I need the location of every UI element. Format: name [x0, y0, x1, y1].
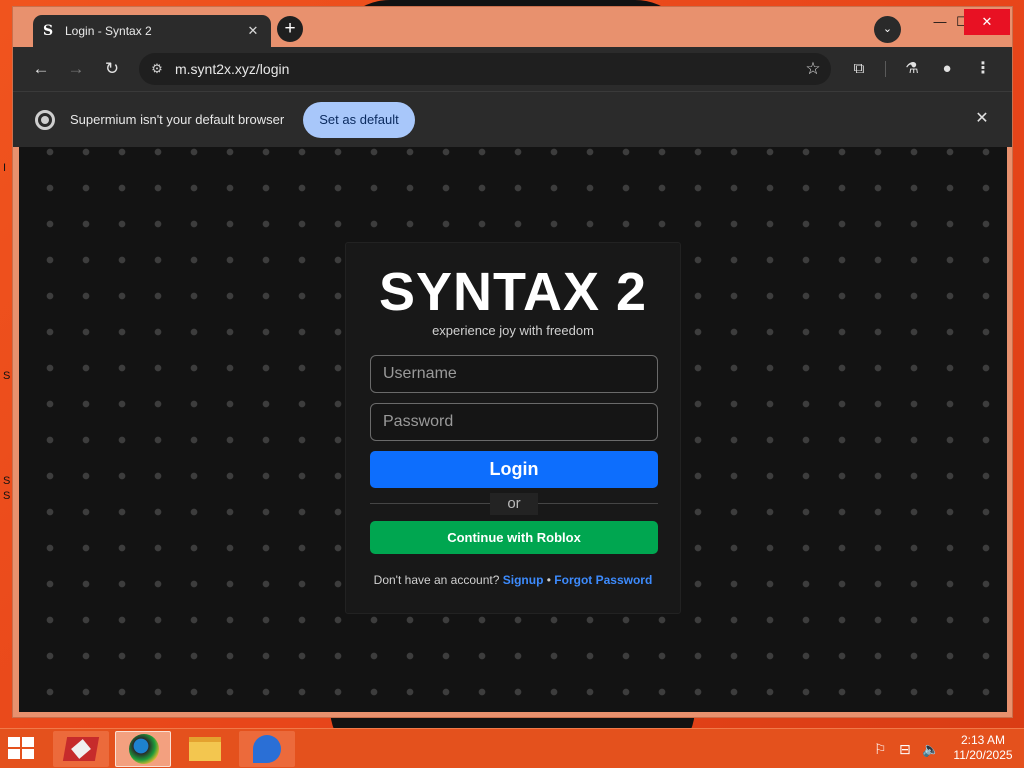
toolbar-separator: [885, 61, 886, 77]
tab-search-button[interactable]: ⌄: [874, 16, 901, 43]
desktop-fragment: I: [3, 162, 7, 174]
default-browser-infobar: Supermium isn't your default browser Set…: [13, 91, 1012, 147]
page-content: SYNTAX 2 experience joy with freedom Log…: [19, 147, 1007, 712]
taskbar-app-browser[interactable]: [115, 731, 171, 767]
signup-prompt: Don't have an account?: [373, 573, 500, 587]
desktop-fragment: S: [3, 490, 11, 502]
new-tab-button[interactable]: +: [277, 16, 303, 42]
tab-strip: S Login - Syntax 2 ✕ + ⌄ — ☐ ✕: [13, 7, 1012, 47]
tab-close-icon[interactable]: ✕: [245, 23, 261, 39]
footer-separator: •: [546, 573, 551, 587]
file-explorer-icon: [189, 737, 221, 761]
action-center-flag-icon[interactable]: ⚐: [874, 741, 887, 758]
login-button[interactable]: Login: [370, 451, 658, 488]
taskbar: ⚐ ⊟ 🔈 2:13 AM 11/20/2025: [0, 728, 1024, 768]
bookmark-star-icon[interactable]: ☆: [795, 59, 831, 79]
windows-logo-icon: [8, 737, 20, 747]
labs-flask-icon[interactable]: ⚗: [900, 57, 924, 81]
app-blue-swirl-icon: [253, 735, 281, 763]
clock-date: 11/20/2025: [953, 748, 1013, 762]
windows-logo-icon: [22, 737, 34, 747]
chromium-logo-icon: [35, 110, 55, 130]
desktop-fragment: S: [3, 475, 11, 487]
forgot-password-link[interactable]: Forgot Password: [554, 573, 652, 587]
signup-link[interactable]: Signup: [503, 573, 544, 587]
app-red-icon: [62, 737, 100, 761]
brand-tagline: experience joy with freedom: [432, 323, 594, 338]
reload-button[interactable]: ↻: [100, 57, 124, 81]
continue-with-roblox-button[interactable]: Continue with Roblox: [370, 521, 658, 554]
windows-logo-icon: [8, 749, 20, 759]
set-as-default-button[interactable]: Set as default: [303, 102, 415, 138]
login-card: SYNTAX 2 experience joy with freedom Log…: [345, 242, 681, 614]
brand-title: SYNTAX 2: [378, 262, 648, 322]
password-input[interactable]: [370, 403, 658, 441]
browser-menu-icon[interactable]: ⋮: [971, 57, 995, 81]
taskbar-app-red[interactable]: [53, 731, 109, 767]
syntax-favicon-icon: S: [43, 23, 54, 39]
taskbar-app-explorer[interactable]: [177, 731, 233, 767]
extensions-icon[interactable]: ⧉: [847, 57, 871, 81]
network-icon[interactable]: ⊟: [899, 741, 911, 758]
browser-window: S Login - Syntax 2 ✕ + ⌄ — ☐ ✕ ← → ↻ ⚙ m…: [12, 6, 1013, 718]
tab-login[interactable]: S Login - Syntax 2 ✕: [33, 15, 271, 47]
profile-avatar-icon[interactable]: ●: [935, 57, 959, 81]
tab-title: Login - Syntax 2: [65, 24, 152, 38]
close-window-button[interactable]: ✕: [964, 9, 1010, 35]
site-info-icon[interactable]: ⚙: [139, 61, 175, 77]
browser-toolbar: ← → ↻ ⚙ m.synt2x.xyz/login ☆ ⧉ ⚗ ● ⋮: [13, 47, 1012, 91]
volume-muted-icon[interactable]: 🔈: [922, 741, 939, 758]
desktop-fragment: S: [3, 370, 11, 382]
login-footer: Don't have an account? Signup • Forgot P…: [346, 573, 680, 587]
browser-globe-icon: [129, 734, 159, 764]
username-input[interactable]: [370, 355, 658, 393]
back-button[interactable]: ←: [29, 57, 53, 81]
windows-logo-icon: [22, 749, 34, 759]
or-divider-label: or: [490, 493, 538, 515]
start-button[interactable]: [8, 737, 38, 761]
infobar-message: Supermium isn't your default browser: [70, 112, 285, 127]
taskbar-app-blue[interactable]: [239, 731, 295, 767]
forward-button[interactable]: →: [64, 57, 88, 81]
address-bar[interactable]: ⚙ m.synt2x.xyz/login ☆: [139, 53, 831, 85]
system-clock[interactable]: 2:13 AM 11/20/2025: [944, 733, 1022, 763]
clock-time: 2:13 AM: [960, 733, 1006, 747]
infobar-close-icon[interactable]: ✕: [971, 108, 993, 130]
url-text[interactable]: m.synt2x.xyz/login: [175, 61, 795, 77]
